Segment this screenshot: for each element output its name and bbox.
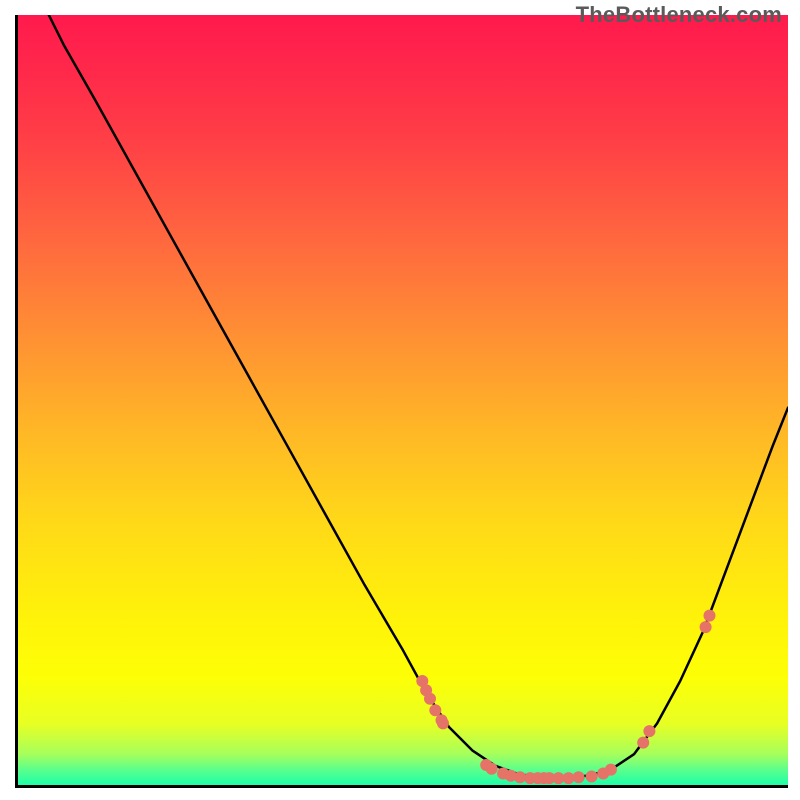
bottleneck-curve [49,15,788,777]
data-marker [424,693,436,705]
watermark-label: TheBottleneck.com [576,2,782,28]
data-marker [573,771,585,783]
data-marker [643,725,655,737]
data-marker [486,763,498,775]
data-marker [700,621,712,633]
data-marker [437,717,449,729]
data-marker [429,704,441,716]
curve-svg [18,15,788,785]
chart-container: TheBottleneck.com [0,0,800,800]
data-marker [605,764,617,776]
data-marker [637,737,649,749]
data-marker [586,771,598,783]
data-marker [704,610,716,622]
plot-area [15,15,788,788]
